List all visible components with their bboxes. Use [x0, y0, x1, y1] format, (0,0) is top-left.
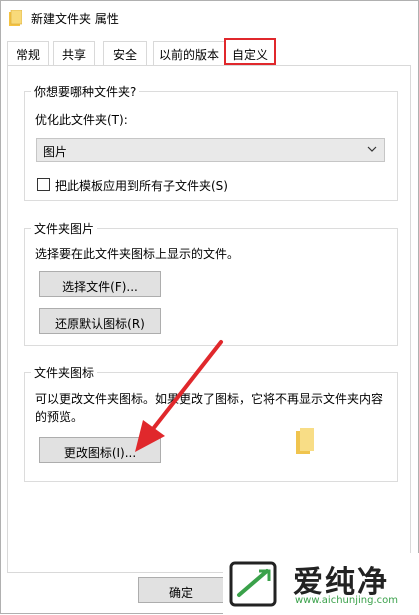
group-title: 你想要哪种文件夹? — [31, 83, 140, 100]
watermark-url: www.aichunjing.com — [295, 595, 398, 606]
chevron-down-icon — [367, 146, 377, 152]
folder-picture-description: 选择要在此文件夹图标上显示的文件。 — [35, 247, 240, 261]
tab-previous-versions[interactable]: 以前的版本 — [153, 41, 225, 65]
properties-window: 新建文件夹 属性 常规 共享 安全 以前的版本 自定义 你想要哪种文件夹? 优化… — [0, 0, 419, 615]
folder-icon — [9, 10, 22, 26]
restore-default-button[interactable]: 还原默认图标(R) — [39, 308, 161, 334]
watermark: 爱纯净 www.aichunjing.com — [223, 553, 419, 615]
optimize-select[interactable]: 图片 — [36, 138, 385, 162]
tab-label: 自定义 — [231, 48, 268, 62]
apply-subfolders-checkbox[interactable] — [37, 178, 50, 191]
title-bar: 新建文件夹 属性 — [1, 1, 418, 37]
tab-label: 共享 — [61, 48, 86, 62]
tab-label: 以前的版本 — [158, 48, 219, 62]
group-title: 文件夹图标 — [31, 364, 98, 381]
folder-picture-group: 文件夹图片 选择要在此文件夹图标上显示的文件。 选择文件(F)... 还原默认图… — [24, 220, 398, 346]
aichunjing-logo-icon — [229, 561, 277, 607]
folder-type-group: 你想要哪种文件夹? 优化此文件夹(T): 图片 把此模板应用到所有子文件夹(S) — [24, 83, 398, 201]
customize-panel: 你想要哪种文件夹? 优化此文件夹(T): 图片 把此模板应用到所有子文件夹(S)… — [7, 65, 411, 573]
folder-icon-description-line2: 的预览。 — [35, 410, 84, 424]
group-title: 文件夹图片 — [31, 220, 98, 237]
folder-preview-icon — [296, 428, 314, 454]
choose-file-button[interactable]: 选择文件(F)... — [39, 271, 161, 297]
tab-general[interactable]: 常规 — [7, 41, 49, 65]
tab-sharing[interactable]: 共享 — [53, 41, 95, 65]
tab-label: 安全 — [112, 48, 137, 62]
window-title: 新建文件夹 属性 — [31, 12, 119, 26]
optimize-label: 优化此文件夹(T): — [35, 113, 128, 127]
tab-security[interactable]: 安全 — [103, 41, 147, 65]
tab-customize[interactable]: 自定义 — [224, 38, 276, 65]
apply-subfolders-label: 把此模板应用到所有子文件夹(S) — [55, 179, 228, 193]
tab-label: 常规 — [15, 48, 40, 62]
optimize-select-value: 图片 — [43, 145, 68, 159]
annotation-arrow-icon — [135, 340, 223, 452]
ok-button[interactable]: 确定 — [138, 577, 224, 603]
